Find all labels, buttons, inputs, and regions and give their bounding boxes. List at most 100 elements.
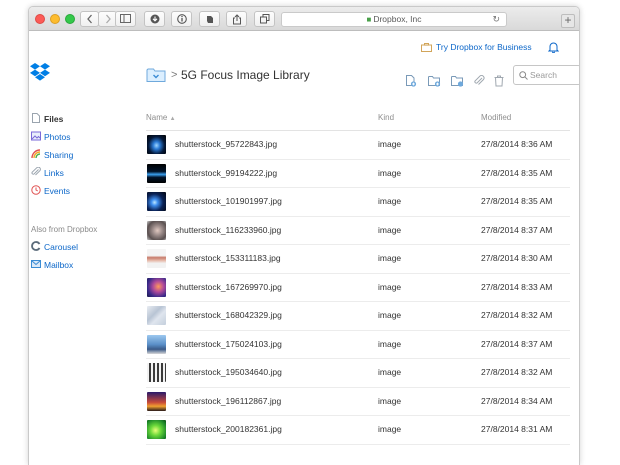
share-icon: [232, 14, 241, 25]
table-row[interactable]: shutterstock_95722843.jpg image 27/8/201…: [146, 131, 570, 160]
link-icon: [31, 166, 41, 177]
file-name: shutterstock_116233960.jpg: [175, 224, 282, 235]
file-name: shutterstock_195034640.jpg: [175, 367, 282, 377]
sidebar-item-photos[interactable]: Photos: [31, 131, 70, 143]
info-button[interactable]: [171, 11, 192, 27]
tabs-icon: [259, 14, 269, 24]
shared-folder-icon[interactable]: [451, 74, 464, 92]
table-row[interactable]: shutterstock_195034640.jpg image 27/8/20…: [146, 359, 570, 388]
reload-icon[interactable]: ↻: [492, 13, 500, 26]
file-name: shutterstock_101901997.jpg: [175, 196, 282, 206]
search-input[interactable]: Search: [513, 65, 579, 85]
also-from-dropbox-heading: Also from Dropbox: [31, 225, 98, 234]
dropbox-page: Try Dropbox for Business > 5G Focus Imag…: [29, 31, 579, 465]
new-folder-icon[interactable]: [428, 74, 441, 92]
file-kind: image: [378, 167, 402, 178]
file-kind: image: [378, 367, 402, 377]
back-button[interactable]: [80, 11, 99, 27]
file-name: shutterstock_175024103.jpg: [175, 338, 282, 349]
file-modified: 27/8/2014 8:33 AM: [481, 281, 553, 292]
file-kind: image: [378, 424, 402, 434]
file-kind: image: [378, 196, 402, 206]
link-icon[interactable]: [473, 74, 485, 92]
table-row[interactable]: shutterstock_168042329.jpg image 27/8/20…: [146, 302, 570, 331]
file-kind: image: [378, 281, 402, 292]
file-name: shutterstock_200182361.jpg: [175, 424, 282, 434]
sidebar-item-links[interactable]: Links: [31, 166, 64, 179]
trash-icon[interactable]: [494, 74, 504, 92]
chevron-left-icon: [86, 14, 92, 24]
column-header-modified[interactable]: Modified: [481, 113, 511, 122]
sidebar-item-events[interactable]: Events: [31, 185, 70, 197]
dropbox-logo-icon[interactable]: [29, 62, 51, 87]
file-name: shutterstock_168042329.jpg: [175, 310, 282, 320]
table-row[interactable]: shutterstock_153311183.jpg image 27/8/20…: [146, 245, 570, 274]
new-tab-button[interactable]: +: [561, 14, 575, 28]
search-icon: [519, 71, 528, 80]
carousel-icon: [31, 241, 41, 251]
file-name: shutterstock_196112867.jpg: [175, 395, 282, 406]
table-row[interactable]: shutterstock_99194222.jpg image 27/8/201…: [146, 160, 570, 188]
image-thumbnail-icon: [147, 192, 166, 211]
close-window-button[interactable]: [35, 14, 45, 24]
bell-icon[interactable]: [547, 40, 560, 58]
table-row[interactable]: shutterstock_200182361.jpg image 27/8/20…: [146, 416, 570, 445]
image-thumbnail-icon: [147, 163, 166, 183]
file-name: shutterstock_99194222.jpg: [175, 167, 278, 178]
minimize-window-button[interactable]: [50, 14, 60, 24]
page-title: 5G Focus Image Library: [181, 68, 310, 82]
share-button[interactable]: [226, 11, 247, 27]
image-thumbnail-icon: [147, 334, 166, 354]
browser-window: ■ Dropbox, Inc ↻ Try Dropbox for Business: [28, 6, 580, 465]
downloads-button[interactable]: [144, 11, 165, 27]
file-modified: 27/8/2014 8:37 AM: [481, 338, 553, 349]
table-row[interactable]: shutterstock_101901997.jpg image 27/8/20…: [146, 188, 570, 217]
image-thumbnail-icon: [147, 277, 166, 297]
image-thumbnail-icon: [147, 391, 166, 411]
file-modified: 27/8/2014 8:30 AM: [481, 253, 553, 263]
file-icon: [31, 113, 41, 123]
briefcase-icon: [421, 43, 432, 54]
photos-icon: [31, 131, 41, 141]
lock-icon: ■: [366, 15, 372, 24]
table-row[interactable]: shutterstock_175024103.jpg image 27/8/20…: [146, 331, 570, 359]
file-kind: image: [378, 253, 402, 263]
sidebar-item-label: Photos: [44, 132, 71, 142]
sidebar-item-label: Links: [44, 168, 64, 178]
sidebar-item-files[interactable]: Files: [31, 113, 63, 125]
file-modified: 27/8/2014 8:32 AM: [481, 310, 553, 320]
mailbox-icon: [31, 259, 41, 269]
table-row[interactable]: shutterstock_196112867.jpg image 27/8/20…: [146, 388, 570, 416]
table-row[interactable]: shutterstock_116233960.jpg image 27/8/20…: [146, 217, 570, 245]
table-row[interactable]: shutterstock_167269970.jpg image 27/8/20…: [146, 274, 570, 302]
zoom-window-button[interactable]: [65, 14, 75, 24]
sidebar-item-carousel[interactable]: Carousel: [31, 241, 78, 253]
try-business-link[interactable]: Try Dropbox for Business: [421, 42, 532, 54]
try-business-label: Try Dropbox for Business: [436, 42, 532, 52]
search-placeholder: Search: [530, 70, 557, 80]
info-icon: [176, 14, 187, 24]
file-name: shutterstock_95722843.jpg: [175, 139, 278, 149]
image-thumbnail-icon: [147, 306, 166, 325]
sidebar-item-mailbox[interactable]: Mailbox: [31, 259, 73, 271]
image-thumbnail-icon: [147, 363, 166, 382]
file-modified: 27/8/2014 8:36 AM: [481, 139, 553, 149]
folder-dropdown-icon[interactable]: [146, 67, 166, 88]
image-thumbnail-icon: [147, 249, 166, 268]
sidebar-item-sharing[interactable]: Sharing: [31, 149, 73, 161]
column-header-name[interactable]: Name ▲: [146, 113, 176, 122]
url-text: Dropbox, Inc: [373, 14, 422, 24]
file-kind: image: [378, 224, 402, 235]
sidebar-toggle-button[interactable]: [115, 11, 136, 27]
download-icon: [150, 14, 159, 24]
evernote-button[interactable]: [199, 11, 220, 27]
column-header-kind[interactable]: Kind: [378, 113, 394, 122]
file-modified: 27/8/2014 8:35 AM: [481, 196, 553, 206]
new-file-icon[interactable]: [405, 74, 417, 92]
tabs-overview-button[interactable]: [254, 11, 275, 27]
sharing-icon: [31, 149, 41, 159]
address-bar[interactable]: ■ Dropbox, Inc ↻: [281, 12, 507, 27]
file-name: shutterstock_153311183.jpg: [175, 253, 281, 263]
file-kind: image: [378, 338, 402, 349]
file-modified: 27/8/2014 8:35 AM: [481, 167, 553, 178]
